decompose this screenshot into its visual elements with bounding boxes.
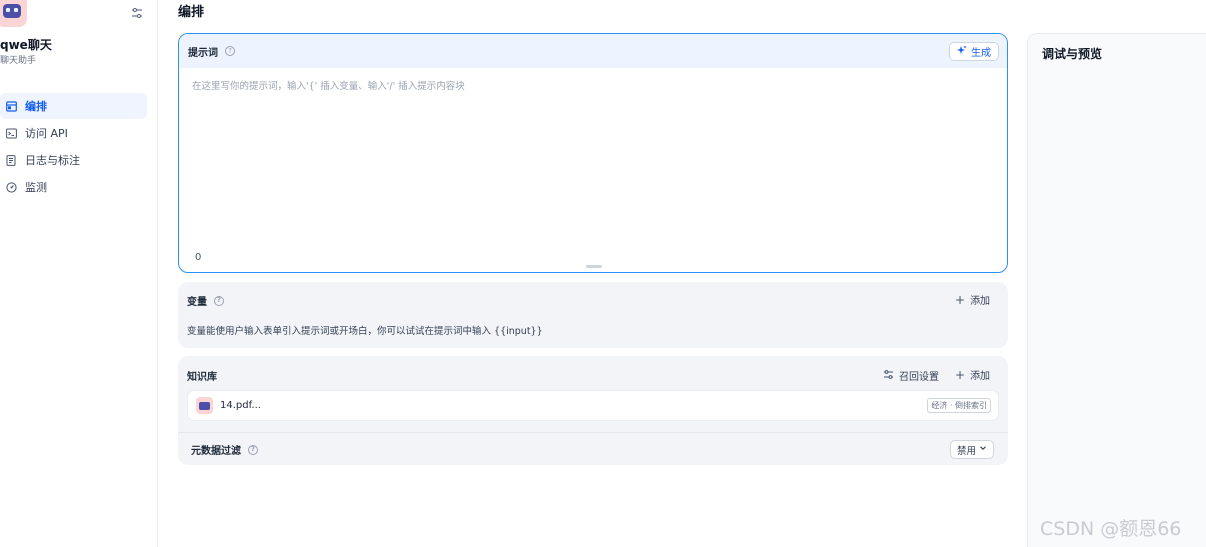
app-root: qwe聊天 聊天助手 编排 访问 API 日志与标注 监测 编排 提示词 ? 生… [0, 0, 1206, 547]
prompt-card: 提示词 ? 生成 0 [178, 33, 1008, 273]
variables-card: 变量 ? + 添加 变量能使用户输入表单引入提示词或开场白，你可以试试在提示词中… [178, 282, 1008, 348]
sparkle-icon [957, 45, 967, 58]
dataset-icon [196, 397, 213, 414]
metadata-filter-value: 禁用 [957, 445, 977, 457]
terminal-icon [6, 128, 17, 139]
knowledge-item-tag: 经济 · 倒排索引 [927, 398, 991, 413]
sidebar-item-label: 访问 API [25, 127, 68, 140]
add-knowledge-label: 添加 [970, 371, 991, 382]
knowledge-item[interactable]: 14.pdf... 经济 · 倒排索引 [187, 390, 999, 421]
knowledge-card: 知识库 召回设置 + 添加 14.pdf... 经济 · 倒排索引 元数据过滤 … [178, 356, 1008, 465]
sidebar-item-api[interactable]: 访问 API [0, 120, 147, 146]
metadata-filter-select[interactable]: 禁用 [950, 440, 995, 459]
sidebar-item-label: 监测 [25, 181, 47, 194]
sidebar-nav: 编排 访问 API 日志与标注 监测 [0, 93, 147, 201]
generate-label: 生成 [971, 48, 991, 59]
recall-settings-button[interactable]: 召回设置 [883, 368, 939, 383]
layout-icon [6, 100, 17, 112]
char-count: 0 [195, 252, 202, 263]
metadata-filter-title: 元数据过滤 ? [191, 442, 258, 457]
preview-title: 调试与预览 [1042, 47, 1103, 61]
app-avatar [0, 0, 27, 27]
prompt-input[interactable] [192, 78, 992, 248]
plus-icon: + [955, 367, 966, 382]
robot-icon [2, 3, 21, 18]
sidebar-item-label: 编排 [25, 100, 47, 113]
sliders-icon [883, 369, 894, 383]
sidebar: qwe聊天 聊天助手 编排 访问 API 日志与标注 监测 [0, 0, 158, 547]
knowledge-label: 知识库 [187, 372, 217, 383]
help-icon[interactable]: ? [214, 295, 224, 306]
debug-preview-panel: 调试与预览 [1027, 33, 1206, 547]
page-title: 编排 [178, 5, 205, 20]
gauge-icon [6, 181, 17, 193]
chevron-down-icon [979, 444, 987, 455]
add-variable-button[interactable]: + 添加 [955, 292, 991, 308]
knowledge-item-name: 14.pdf... [220, 400, 261, 411]
sidebar-item-orchestrate[interactable]: 编排 [0, 93, 147, 119]
log-icon [6, 154, 17, 166]
resize-handle[interactable] [586, 265, 602, 268]
recall-settings-label: 召回设置 [899, 372, 939, 383]
prompt-label: 提示词 [188, 47, 218, 59]
app-settings-icon[interactable] [130, 5, 144, 19]
variables-title: 变量 ? [187, 293, 224, 308]
help-icon[interactable]: ? [225, 46, 235, 56]
add-knowledge-button[interactable]: + 添加 [955, 367, 991, 383]
watermark: CSDN @额恩66 [1040, 518, 1182, 540]
sidebar-item-monitor[interactable]: 监测 [0, 174, 147, 200]
sidebar-item-label: 日志与标注 [25, 154, 80, 167]
variables-label: 变量 [187, 297, 207, 308]
prompt-header: 提示词 ? 生成 [179, 34, 1007, 68]
knowledge-title: 知识库 [187, 368, 217, 383]
sidebar-item-logs[interactable]: 日志与标注 [0, 147, 147, 173]
plus-icon: + [955, 292, 966, 307]
help-icon[interactable]: ? [248, 444, 258, 455]
generate-button[interactable]: 生成 [949, 42, 999, 61]
divider [178, 432, 1008, 433]
variables-description: 变量能使用户输入表单引入提示词或开场白，你可以试试在提示词中输入 {{input… [187, 326, 543, 337]
app-name: qwe聊天 [0, 38, 52, 52]
add-variable-label: 添加 [970, 296, 991, 307]
app-description: 聊天助手 [0, 56, 37, 66]
metadata-filter-label: 元数据过滤 [191, 446, 241, 457]
